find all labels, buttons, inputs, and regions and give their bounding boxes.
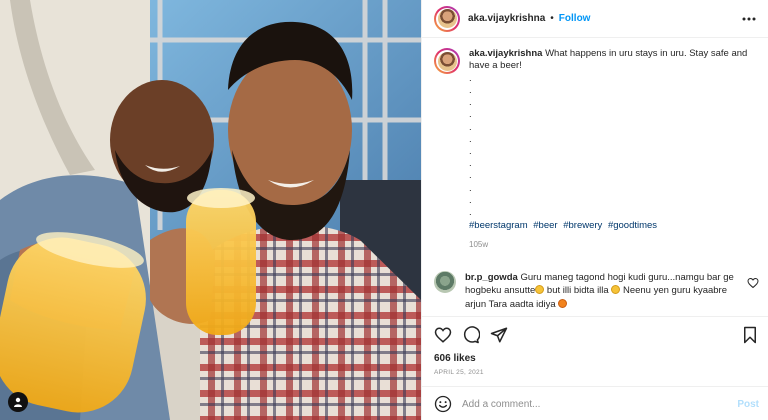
- post-caption: aka.vijaykrishna What happens in uru sta…: [434, 48, 759, 252]
- bookmark-icon[interactable]: [741, 326, 759, 344]
- add-comment-bar: Post: [434, 394, 759, 414]
- hashtag-link[interactable]: #goodtimes: [608, 220, 657, 231]
- laughing-emoji-icon: [611, 285, 621, 295]
- post-details-pane: aka.vijaykrishna • Follow aka.vijaykrish…: [421, 0, 768, 420]
- separator-dot: •: [550, 13, 554, 24]
- like-count[interactable]: 606 likes: [434, 353, 476, 364]
- hashtag-link[interactable]: #brewery: [563, 220, 602, 231]
- hashtag-link[interactable]: #beer: [533, 220, 557, 231]
- caption-dot: .: [469, 133, 472, 145]
- caption-avatar[interactable]: [434, 48, 460, 74]
- action-bar: [434, 325, 759, 345]
- smiley-icon[interactable]: [434, 395, 452, 413]
- caption-age[interactable]: 105w: [469, 239, 759, 251]
- author-username[interactable]: aka.vijaykrishna: [468, 13, 545, 24]
- add-comment-input[interactable]: [462, 398, 738, 410]
- photo-image: [0, 0, 421, 420]
- comment-item: br.p_gowda Guru maneg tagond hogi kudi g…: [434, 271, 759, 311]
- caption-text-block: aka.vijaykrishna What happens in uru sta…: [469, 48, 759, 252]
- caption-dot: .: [469, 97, 472, 109]
- commenter-avatar[interactable]: [434, 271, 456, 293]
- hashtag-list: #beerstagram #beer #brewery #goodtimes: [469, 220, 759, 232]
- comment-icon[interactable]: [462, 326, 480, 344]
- caption-dot: .: [469, 158, 472, 170]
- caption-dot: .: [469, 72, 472, 84]
- heart-icon[interactable]: [434, 326, 452, 344]
- caption-dot: .: [469, 121, 472, 133]
- laughing-emoji-icon: [535, 285, 545, 295]
- divider: [422, 316, 768, 317]
- caption-dot: .: [469, 109, 472, 121]
- share-icon[interactable]: [490, 326, 508, 344]
- caption-dot: .: [469, 206, 472, 218]
- post-header: aka.vijaykrishna • Follow: [422, 0, 768, 38]
- user-tag-icon[interactable]: [8, 392, 28, 412]
- post-photo[interactable]: [0, 0, 421, 420]
- caption-dots: . . . . . . . . . . . .: [469, 73, 759, 219]
- caption-dot: .: [469, 182, 472, 194]
- caption-dot: .: [469, 170, 472, 182]
- comment-like-heart-icon[interactable]: [747, 276, 759, 289]
- commenter-username[interactable]: br.p_gowda: [465, 272, 518, 283]
- angry-emoji-icon: [558, 298, 568, 308]
- caption-dot: .: [469, 145, 472, 157]
- more-horizontal-icon[interactable]: [741, 11, 757, 27]
- follow-button[interactable]: Follow: [559, 13, 591, 24]
- post-comment-button[interactable]: Post: [737, 399, 759, 410]
- comment-text-block: br.p_gowda Guru maneg tagond hogi kudi g…: [465, 271, 735, 311]
- divider: [422, 386, 768, 387]
- caption-username[interactable]: aka.vijaykrishna: [469, 48, 542, 59]
- caption-dot: .: [469, 194, 472, 206]
- post-date: APRIL 25, 2021: [434, 369, 484, 376]
- hashtag-link[interactable]: #beerstagram: [469, 220, 528, 231]
- comment-text-part: but illi bidta illa: [544, 285, 612, 297]
- author-avatar[interactable]: [434, 5, 460, 32]
- caption-dot: .: [469, 85, 472, 96]
